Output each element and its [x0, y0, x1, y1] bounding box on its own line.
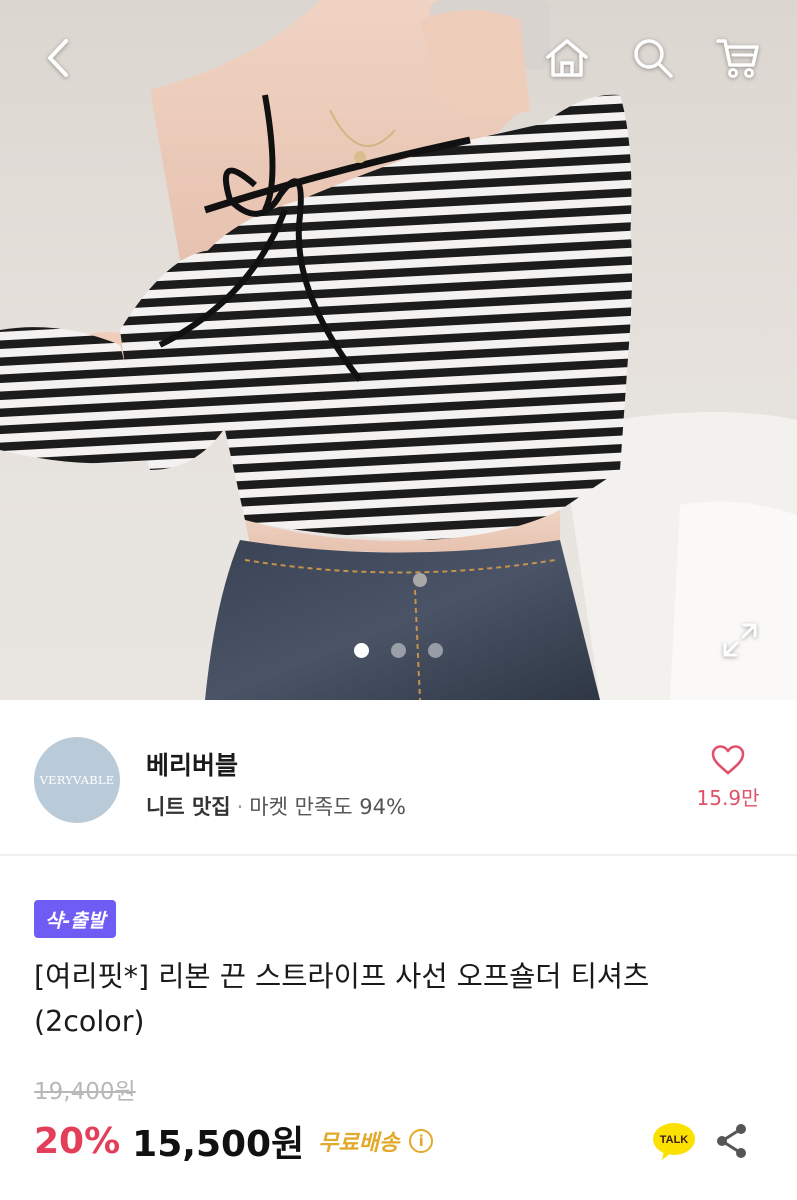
- discount-rate: 20%: [34, 1120, 121, 1162]
- cart-button[interactable]: [708, 28, 768, 88]
- product-photo: [0, 0, 797, 700]
- seller-avatar[interactable]: VERYVABLE: [34, 737, 120, 823]
- seller-logo-text: VERYVABLE: [39, 773, 115, 787]
- shipping-info-icon[interactable]: i: [409, 1129, 434, 1153]
- original-price: 19,400원: [34, 1079, 136, 1105]
- seller-satisfaction: 마켓 만족도 94%: [249, 795, 406, 819]
- meta-separator: ·: [236, 795, 244, 819]
- like-button[interactable]: 15.9만: [686, 744, 770, 811]
- product-title: [여리핏*] 리본 끈 스트라이프 사선 오프숄더 티셔츠 (2color): [34, 960, 650, 1038]
- product-image-carousel[interactable]: [0, 0, 797, 700]
- share-button[interactable]: [712, 1120, 752, 1162]
- carousel-dot[interactable]: [391, 643, 406, 658]
- cart-icon: [716, 39, 759, 78]
- chevron-left-icon: [48, 39, 68, 77]
- seller-section: VERYVABLE 베리버블 니트 맛집 · 마켓 만족도 94% 15.9만: [0, 700, 797, 856]
- back-button[interactable]: [28, 28, 88, 88]
- seller-tag: 니트 맛집: [146, 795, 231, 819]
- share-icon: [717, 1124, 746, 1158]
- kakao-talk-button[interactable]: TALK: [652, 1121, 696, 1161]
- seller-meta: 니트 맛집 · 마켓 만족도 94%: [146, 791, 406, 821]
- kakao-talk-icon: TALK: [653, 1123, 695, 1160]
- carousel-dot[interactable]: [428, 643, 443, 658]
- search-icon: [634, 39, 673, 78]
- home-button[interactable]: [537, 28, 597, 88]
- like-count: 15.9만: [696, 786, 760, 810]
- free-shipping-label: 무료배송: [318, 1131, 400, 1156]
- sale-price: 15,500원: [132, 1124, 305, 1165]
- heart-icon: [711, 745, 745, 775]
- search-button[interactable]: [623, 28, 683, 88]
- talk-label: TALK: [660, 1134, 689, 1146]
- seller-name[interactable]: 베리버블: [146, 746, 238, 782]
- delivery-badge: 샥-출발: [34, 900, 117, 938]
- home-icon: [546, 39, 588, 77]
- carousel-dot[interactable]: [354, 643, 369, 658]
- carousel-indicator: [0, 643, 797, 658]
- price-row: 20% 15,500원 무료배송 i: [34, 1115, 434, 1167]
